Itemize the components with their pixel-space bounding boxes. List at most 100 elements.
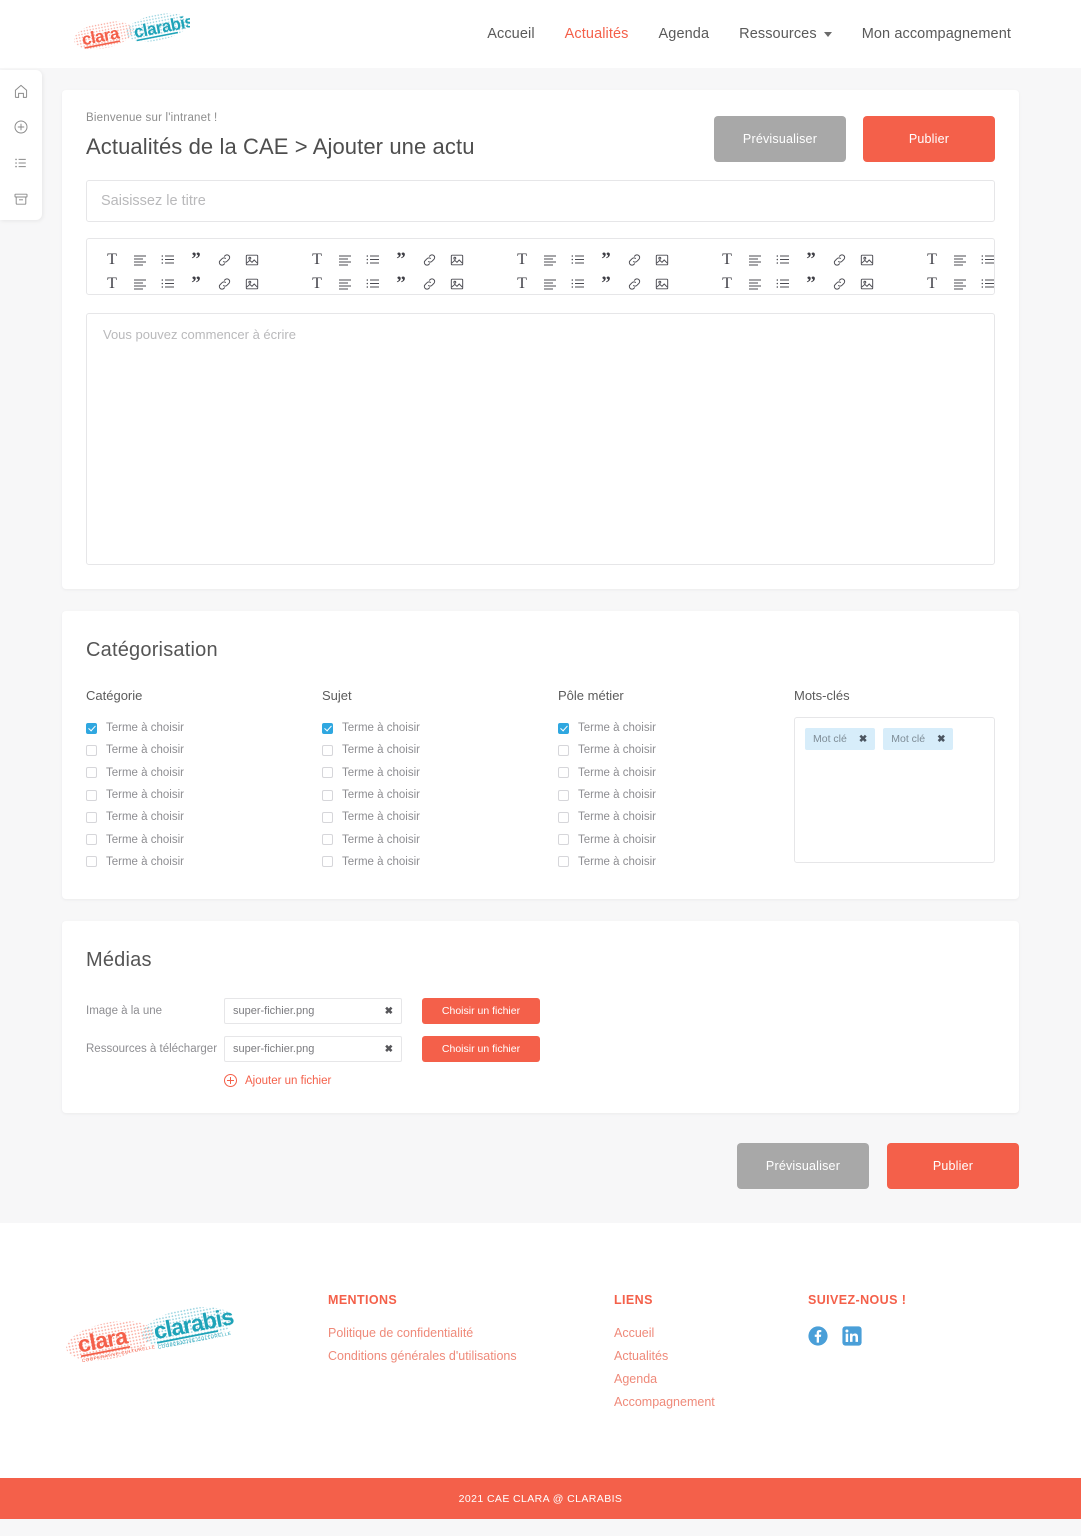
quote-icon[interactable]: ” <box>392 250 410 269</box>
bullet-list-icon[interactable] <box>569 251 587 269</box>
nav-link-agenda[interactable]: Agenda <box>659 26 710 42</box>
nav-item-agenda[interactable]: Agenda <box>659 26 710 42</box>
nav-item-actualites[interactable]: Actualités <box>565 26 629 42</box>
checkbox-row[interactable]: Terme à choisir <box>558 762 794 784</box>
clear-file-ressources[interactable]: ✖ <box>385 1044 393 1055</box>
checkbox-row[interactable]: Terme à choisir <box>558 717 794 739</box>
checkbox-row[interactable]: Terme à choisir <box>322 784 558 806</box>
checkbox-icon[interactable] <box>558 744 569 756</box>
align-left-icon[interactable] <box>131 251 149 269</box>
facebook-icon[interactable] <box>808 1326 828 1346</box>
link-icon[interactable] <box>420 251 438 269</box>
file-field-ressources[interactable]: super-fichier.png ✖ <box>224 1036 402 1063</box>
text-icon[interactable]: T <box>923 251 941 269</box>
image-icon[interactable] <box>858 275 876 293</box>
keyword-chip[interactable]: Mot clé ✖ <box>805 728 876 750</box>
checkbox-row[interactable]: Terme à choisir <box>558 806 794 828</box>
quote-icon[interactable]: ” <box>802 274 820 293</box>
checkbox-icon[interactable] <box>322 811 333 823</box>
keywords-input-box[interactable]: Mot clé ✖ Mot clé ✖ <box>794 717 995 863</box>
bullet-list-icon[interactable] <box>159 275 177 293</box>
link-icon[interactable] <box>215 275 233 293</box>
checkbox-icon[interactable] <box>322 834 333 846</box>
text-icon[interactable]: T <box>513 275 531 293</box>
checkbox-icon[interactable] <box>558 834 569 846</box>
align-left-icon[interactable] <box>746 275 764 293</box>
bullet-list-icon[interactable] <box>774 251 792 269</box>
bullet-list-icon[interactable] <box>364 251 382 269</box>
bullet-list-icon[interactable] <box>979 275 994 293</box>
checkbox-icon[interactable] <box>86 789 97 801</box>
linkedin-icon[interactable] <box>842 1326 862 1346</box>
checkbox-icon[interactable] <box>322 856 333 868</box>
quote-icon[interactable]: ” <box>187 250 205 269</box>
checkbox-icon[interactable] <box>558 856 569 868</box>
nav-item-ressources[interactable]: Ressources <box>739 26 832 42</box>
checkbox-row[interactable]: Terme à choisir <box>322 739 558 761</box>
text-icon[interactable]: T <box>103 251 121 269</box>
align-left-icon[interactable] <box>746 251 764 269</box>
checkbox-row[interactable]: Terme à choisir <box>558 828 794 850</box>
align-left-icon[interactable] <box>951 251 969 269</box>
align-left-icon[interactable] <box>541 275 559 293</box>
link-icon[interactable] <box>830 275 848 293</box>
text-icon[interactable]: T <box>103 275 121 293</box>
link-icon[interactable] <box>625 275 643 293</box>
site-logo[interactable]: clara clarabis <box>70 12 190 56</box>
text-icon[interactable]: T <box>718 275 736 293</box>
footer-link-accueil[interactable]: Accueil <box>614 1326 808 1340</box>
checkbox-row[interactable]: Terme à choisir <box>322 806 558 828</box>
sidebar-item-archive[interactable] <box>6 184 36 214</box>
image-icon[interactable] <box>653 275 671 293</box>
align-left-icon[interactable] <box>336 275 354 293</box>
footer-logo[interactable]: clara COOPERATIVE CULTURELLE clarabis CO… <box>62 1293 328 1418</box>
nav-item-accueil[interactable]: Accueil <box>487 26 534 42</box>
checkbox-row[interactable]: Terme à choisir <box>86 717 322 739</box>
text-icon[interactable]: T <box>923 275 941 293</box>
checkbox-icon[interactable] <box>322 789 333 801</box>
checkbox-row[interactable]: Terme à choisir <box>86 851 322 873</box>
checkbox-icon[interactable] <box>86 834 97 846</box>
text-icon[interactable]: T <box>513 251 531 269</box>
link-icon[interactable] <box>830 251 848 269</box>
checkbox-row[interactable]: Terme à choisir <box>86 739 322 761</box>
image-icon[interactable] <box>448 251 466 269</box>
quote-icon[interactable]: ” <box>597 274 615 293</box>
image-icon[interactable] <box>653 251 671 269</box>
remove-keyword-icon[interactable]: ✖ <box>937 734 945 745</box>
nav-link-actualites[interactable]: Actualités <box>565 26 629 42</box>
bullet-list-icon[interactable] <box>979 251 994 269</box>
title-input[interactable] <box>86 180 995 222</box>
link-icon[interactable] <box>215 251 233 269</box>
checkbox-icon[interactable] <box>322 744 333 756</box>
checkbox-row[interactable]: Terme à choisir <box>558 739 794 761</box>
clear-file-image[interactable]: ✖ <box>385 1006 393 1017</box>
preview-button-bottom[interactable]: Prévisualiser <box>737 1143 869 1190</box>
nav-item-mon-accompagnement[interactable]: Mon accompagnement <box>862 26 1011 42</box>
nav-link-ressources[interactable]: Ressources <box>739 26 817 42</box>
checkbox-row[interactable]: Terme à choisir <box>558 851 794 873</box>
checkbox-checked-icon[interactable] <box>322 722 333 734</box>
quote-icon[interactable]: ” <box>187 274 205 293</box>
footer-link-accompagnement[interactable]: Accompagnement <box>614 1395 808 1409</box>
checkbox-icon[interactable] <box>558 789 569 801</box>
align-left-icon[interactable] <box>951 275 969 293</box>
text-icon[interactable]: T <box>308 251 326 269</box>
checkbox-row[interactable]: Terme à choisir <box>322 828 558 850</box>
bullet-list-icon[interactable] <box>159 251 177 269</box>
checkbox-icon[interactable] <box>322 767 333 779</box>
image-icon[interactable] <box>243 275 261 293</box>
footer-link-agenda[interactable]: Agenda <box>614 1372 808 1386</box>
checkbox-icon[interactable] <box>86 856 97 868</box>
bullet-list-icon[interactable] <box>569 275 587 293</box>
file-field-image[interactable]: super-fichier.png ✖ <box>224 998 402 1025</box>
checkbox-row[interactable]: Terme à choisir <box>322 762 558 784</box>
checkbox-icon[interactable] <box>558 811 569 823</box>
image-icon[interactable] <box>858 251 876 269</box>
quote-icon[interactable]: ” <box>597 250 615 269</box>
nav-link-accueil[interactable]: Accueil <box>487 26 534 42</box>
checkbox-row[interactable]: Terme à choisir <box>322 717 558 739</box>
nav-link-mon-accompagnement[interactable]: Mon accompagnement <box>862 26 1011 42</box>
checkbox-row[interactable]: Terme à choisir <box>86 784 322 806</box>
footer-link-cgu[interactable]: Conditions générales d'utilisations <box>328 1349 614 1363</box>
